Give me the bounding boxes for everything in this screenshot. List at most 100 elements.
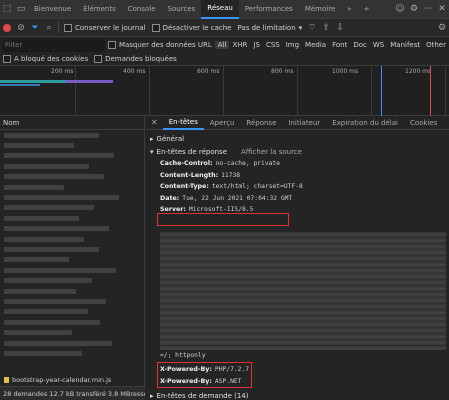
filter-other[interactable]: Other [423, 41, 449, 49]
blurred-request-name [4, 143, 74, 149]
throttle-select[interactable]: Pas de limitation ▾ [235, 19, 306, 37]
name-column-header[interactable]: Nom [0, 116, 144, 130]
general-section-header[interactable]: ▸ Général [146, 132, 449, 145]
close-icon[interactable]: ✕ [435, 0, 449, 19]
settings-icon[interactable]: ⚙ [407, 0, 421, 19]
list-item[interactable] [0, 161, 144, 171]
filter-doc[interactable]: Doc [350, 41, 370, 49]
list-item[interactable] [0, 286, 144, 296]
header-row-cache-control: Cache-Control: no-cache, private [146, 158, 449, 170]
blocked-cookies-label: A bloqué des cookies [14, 55, 89, 63]
disable-cache-box[interactable] [151, 23, 160, 32]
timeline-bar-request [0, 84, 40, 86]
list-item[interactable] [0, 172, 144, 182]
list-item[interactable] [0, 151, 144, 161]
list-item[interactable] [0, 338, 144, 348]
header-value: 11738 [221, 171, 241, 179]
list-item-last[interactable]: bootstrap-year-calendar.min.js [0, 373, 145, 386]
add-tab-button[interactable]: + [358, 0, 376, 19]
tab-preview[interactable]: Aperçu [204, 116, 241, 130]
list-item[interactable] [0, 182, 144, 192]
disable-cache-checkbox[interactable]: Désactiver le cache [149, 19, 235, 37]
list-item[interactable] [0, 255, 144, 265]
blurred-headers [160, 232, 446, 350]
list-item[interactable] [0, 130, 144, 140]
filter-ws[interactable]: WS [370, 41, 387, 49]
powered-by-highlight-box [157, 362, 252, 388]
blocked-requests-box[interactable] [94, 55, 103, 63]
filter-icon[interactable]: ⏷ [28, 18, 42, 37]
filter-img[interactable]: Img [283, 41, 302, 49]
hide-data-urls-label: Masquer des données URL [118, 41, 212, 49]
list-item[interactable] [0, 317, 144, 327]
export-icon[interactable]: ⇩ [333, 18, 347, 37]
filter-css[interactable]: CSS [263, 41, 283, 49]
response-headers-section-header[interactable]: ▾ En-têtes de réponse Afficher la source [146, 145, 449, 158]
header-key: Content-Type: [160, 183, 209, 191]
tab-cookies[interactable]: Cookies [404, 116, 443, 130]
list-item[interactable] [0, 140, 144, 150]
close-details-icon[interactable]: ✕ [146, 118, 163, 127]
tab-memoire[interactable]: Mémoire [299, 0, 341, 19]
filter-all[interactable]: All [214, 41, 230, 49]
list-item[interactable] [0, 307, 144, 317]
blurred-request-name [4, 226, 109, 232]
tab-headers[interactable]: En-têtes [162, 116, 204, 130]
filter-xhr[interactable]: XHR [229, 41, 250, 49]
tab-response[interactable]: Réponse [240, 116, 282, 130]
import-icon[interactable]: ⇧ [319, 18, 333, 37]
list-item[interactable] [0, 327, 144, 337]
record-icon[interactable] [0, 18, 14, 37]
tab-performances[interactable]: Performances [239, 0, 299, 19]
chevron-right-icon: ▸ [150, 134, 154, 143]
request-headers-section-header[interactable]: ▸ En-têtes de demande (14) [146, 391, 449, 400]
blurred-request-name [4, 288, 76, 294]
more-tabs-button[interactable]: » [341, 0, 357, 19]
tab-bienvenue[interactable]: Bienvenue [28, 0, 77, 19]
list-item[interactable] [0, 203, 144, 213]
wifi-icon[interactable]: ⌔ [305, 18, 319, 37]
network-settings-icon[interactable]: ⚙ [435, 18, 449, 37]
menu-icon[interactable]: ⋯ [421, 0, 435, 19]
list-item[interactable] [0, 224, 144, 234]
tab-sources[interactable]: Sources [162, 0, 202, 19]
inspect-icon[interactable]: ⬚ [0, 0, 14, 19]
dom-content-loaded-marker [381, 66, 382, 116]
load-event-marker [430, 66, 431, 116]
feedback-icon[interactable]: ☺ [393, 0, 407, 19]
tab-timing[interactable]: Expiration du délai [326, 116, 404, 130]
filter-font[interactable]: Font [329, 41, 350, 49]
blocked-cookies-box[interactable] [3, 55, 11, 63]
list-item[interactable] [0, 213, 144, 223]
timeline-gridline [297, 66, 298, 116]
timeline-tick-label: 1000 ms [332, 68, 359, 75]
filter-manifest[interactable]: Manifest [387, 41, 423, 49]
preserve-log-checkbox[interactable]: Conserver le journal [61, 19, 149, 37]
request-list: Nom bootstrap-year-calendar.min.js [0, 116, 145, 386]
tab-elements[interactable]: Éléments [77, 0, 122, 19]
list-item[interactable] [0, 244, 144, 254]
device-toggle-icon[interactable]: ▭ [14, 0, 28, 19]
list-item[interactable] [0, 296, 144, 306]
timeline-tick-label: 200 ms [51, 68, 74, 75]
list-item[interactable] [0, 275, 144, 285]
tab-initiator[interactable]: Initiateur [282, 116, 326, 130]
preserve-log-box[interactable] [64, 23, 72, 32]
tab-reseau[interactable]: Réseau [201, 0, 239, 19]
list-item[interactable] [0, 234, 144, 244]
blurred-request-name [4, 257, 69, 263]
blurred-request-name [4, 215, 79, 221]
view-source-link[interactable]: Afficher la source [241, 148, 302, 156]
hide-data-urls-box[interactable] [107, 41, 116, 49]
tab-console[interactable]: Console [122, 0, 162, 19]
filter-media[interactable]: Media [302, 41, 329, 49]
filter-js[interactable]: JS [250, 41, 263, 49]
search-icon[interactable]: ⌕ [42, 18, 56, 37]
list-item[interactable] [0, 348, 144, 358]
list-item[interactable] [0, 265, 144, 275]
network-timeline[interactable]: 200 ms 400 ms 600 ms 800 ms 1000 ms 1200… [0, 66, 449, 116]
clear-icon[interactable]: ⊘ [14, 18, 28, 37]
blurred-request-name [4, 205, 94, 211]
list-item[interactable] [0, 192, 144, 202]
blurred-request-name [4, 330, 72, 336]
